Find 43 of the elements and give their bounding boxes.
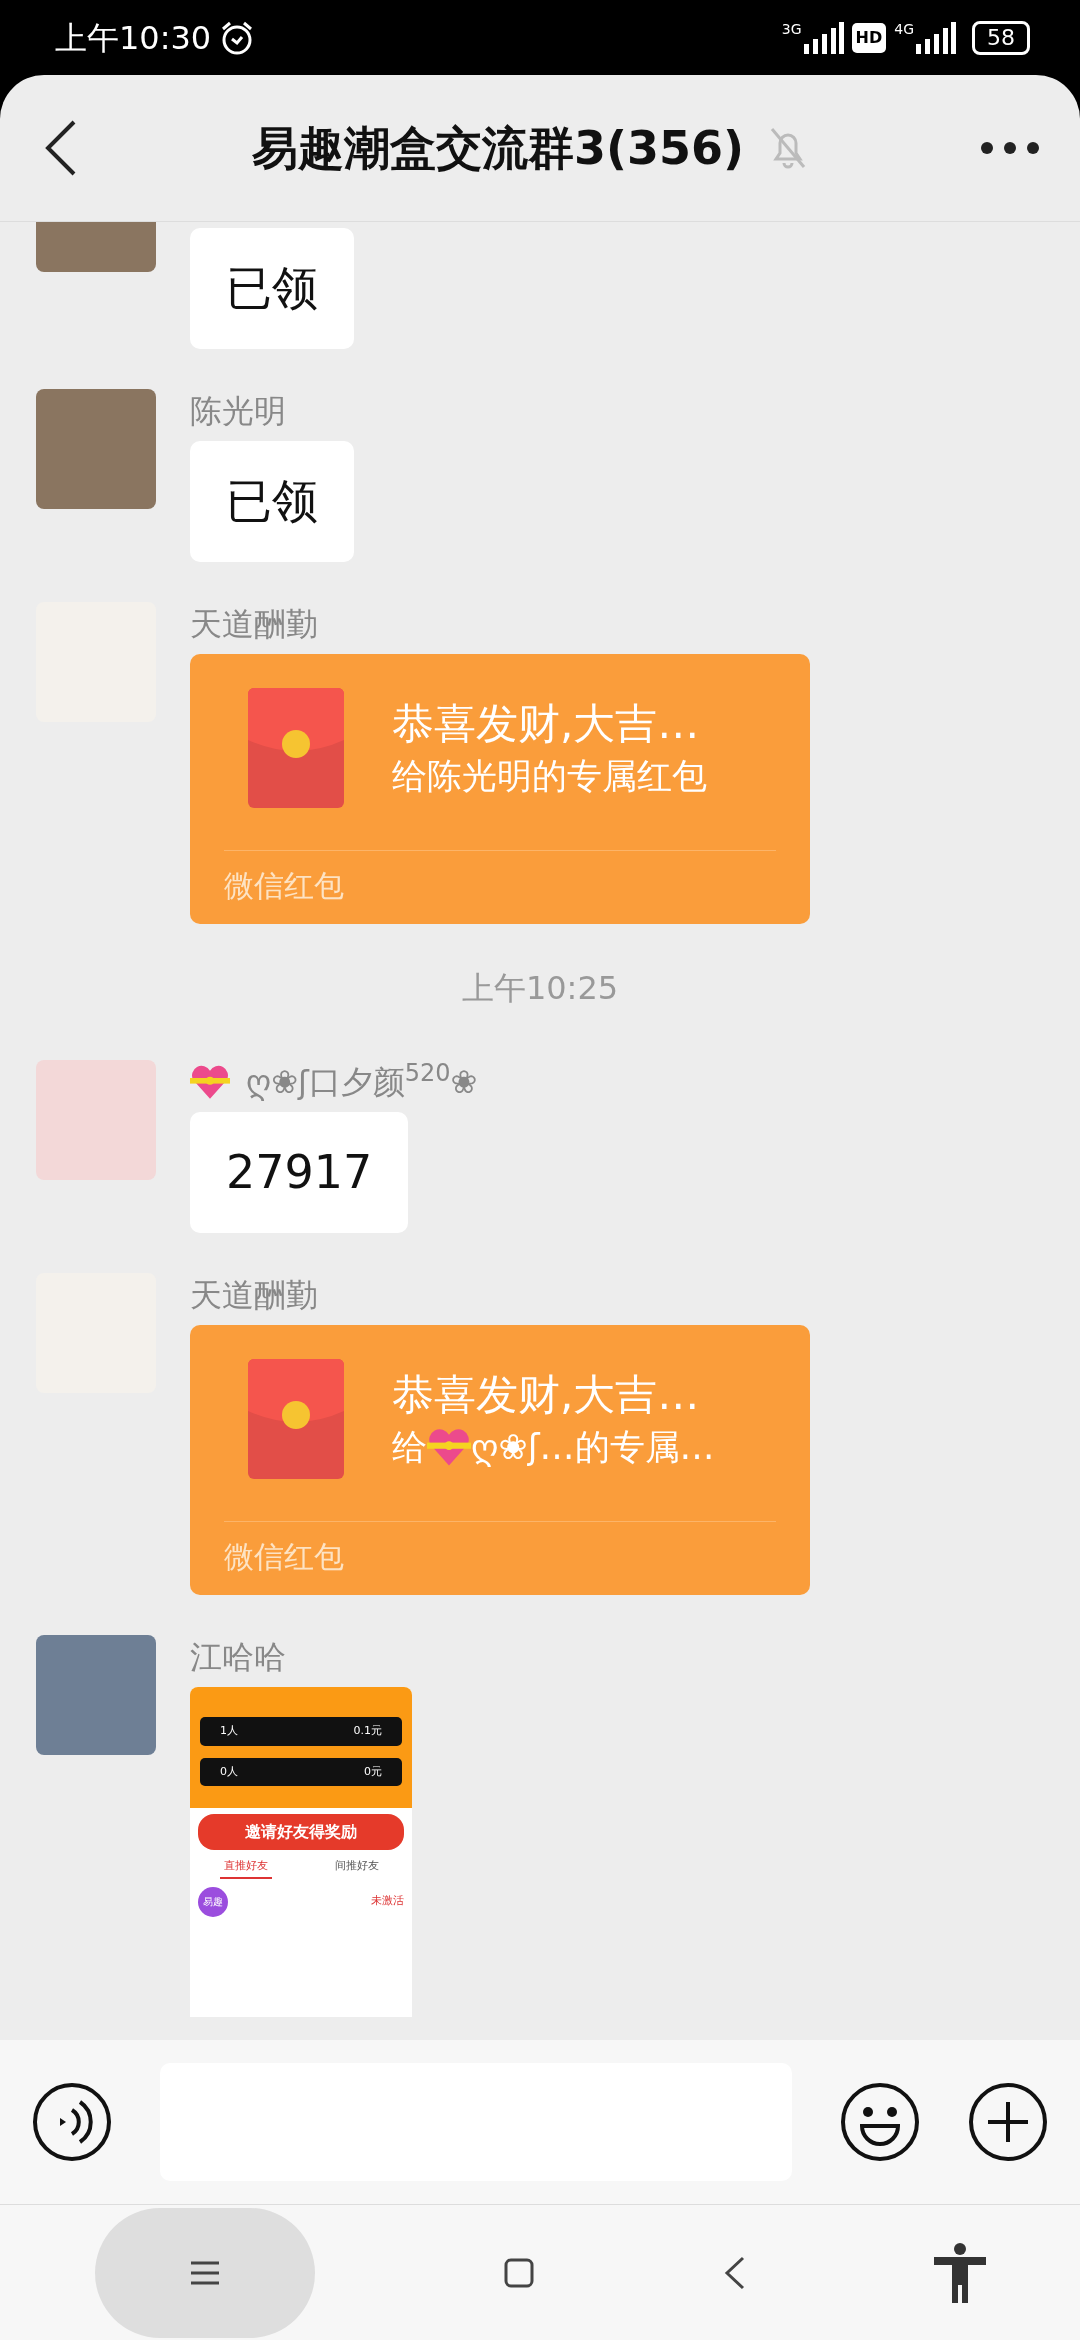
menu-icon xyxy=(190,2260,219,2285)
sender-name: 天道酬勤 xyxy=(190,1275,318,1316)
home-icon[interactable] xyxy=(503,2257,534,2288)
timestamp: 上午10:25 xyxy=(460,968,620,1009)
back-icon[interactable] xyxy=(722,2255,745,2290)
battery-indicator: 58 xyxy=(972,20,1030,55)
invite-banner: 邀请好友得奖励 xyxy=(198,1814,404,1850)
stat-value: 0.1元 xyxy=(353,1723,382,1739)
emoji-icon[interactable] xyxy=(840,2082,920,2162)
stat-value: 1人 xyxy=(220,1723,238,1739)
packet-note: 给 ღ❀ʃ…的专属… xyxy=(392,1424,715,1471)
more-icon[interactable] xyxy=(980,141,1040,155)
packet-label: 微信红包 xyxy=(224,850,776,924)
signal-icon xyxy=(914,21,956,54)
packet-label: 微信红包 xyxy=(224,1521,776,1595)
plus-icon[interactable] xyxy=(968,2082,1048,2162)
packet-title: 恭喜发财,大吉… xyxy=(392,698,701,750)
sender-name: 江哈哈 xyxy=(190,1637,286,1678)
message-bubble[interactable]: 已领 xyxy=(190,228,354,349)
avatar-badge: 易趣 xyxy=(198,1886,228,1917)
network-label: 4G xyxy=(894,21,914,36)
packet-title: 恭喜发财,大吉… xyxy=(392,1369,701,1421)
chat-title: 易趣潮盒交流群3(356) xyxy=(251,119,745,177)
network-label: 3G xyxy=(781,21,802,36)
accessibility-icon[interactable] xyxy=(933,2242,986,2303)
status-text: 未激活 xyxy=(371,1893,404,1910)
envelope-icon xyxy=(248,688,344,808)
message-bubble[interactable]: 已领 xyxy=(190,441,354,562)
tab[interactable]: 直推好友 xyxy=(219,1856,272,1879)
hd-badge: HD xyxy=(851,22,887,53)
sender-name: ღ❀ʃ口夕颜$^{520}$❀ xyxy=(246,1060,478,1103)
voice-icon[interactable] xyxy=(32,2082,112,2162)
stat-value: 0元 xyxy=(364,1763,382,1780)
message-bubble[interactable]: 27917 xyxy=(190,1112,409,1233)
app-screenshot[interactable]: 1人 0.1元 0人 0元 邀请好友得奖励 直推好友 间推好友 易趣 未激活 xyxy=(190,1687,412,2017)
sender-name: 陈光明 xyxy=(190,391,286,432)
envelope-icon xyxy=(248,1359,344,1479)
clock-time: 上午10:30 xyxy=(55,17,212,59)
sender-name: 天道酬勤 xyxy=(190,604,318,645)
tab[interactable]: 间推好友 xyxy=(330,1856,383,1879)
stat-value: 0人 xyxy=(220,1763,238,1780)
packet-note: 给陈光明的专属红包 xyxy=(392,755,707,798)
signal-icon xyxy=(801,21,844,54)
